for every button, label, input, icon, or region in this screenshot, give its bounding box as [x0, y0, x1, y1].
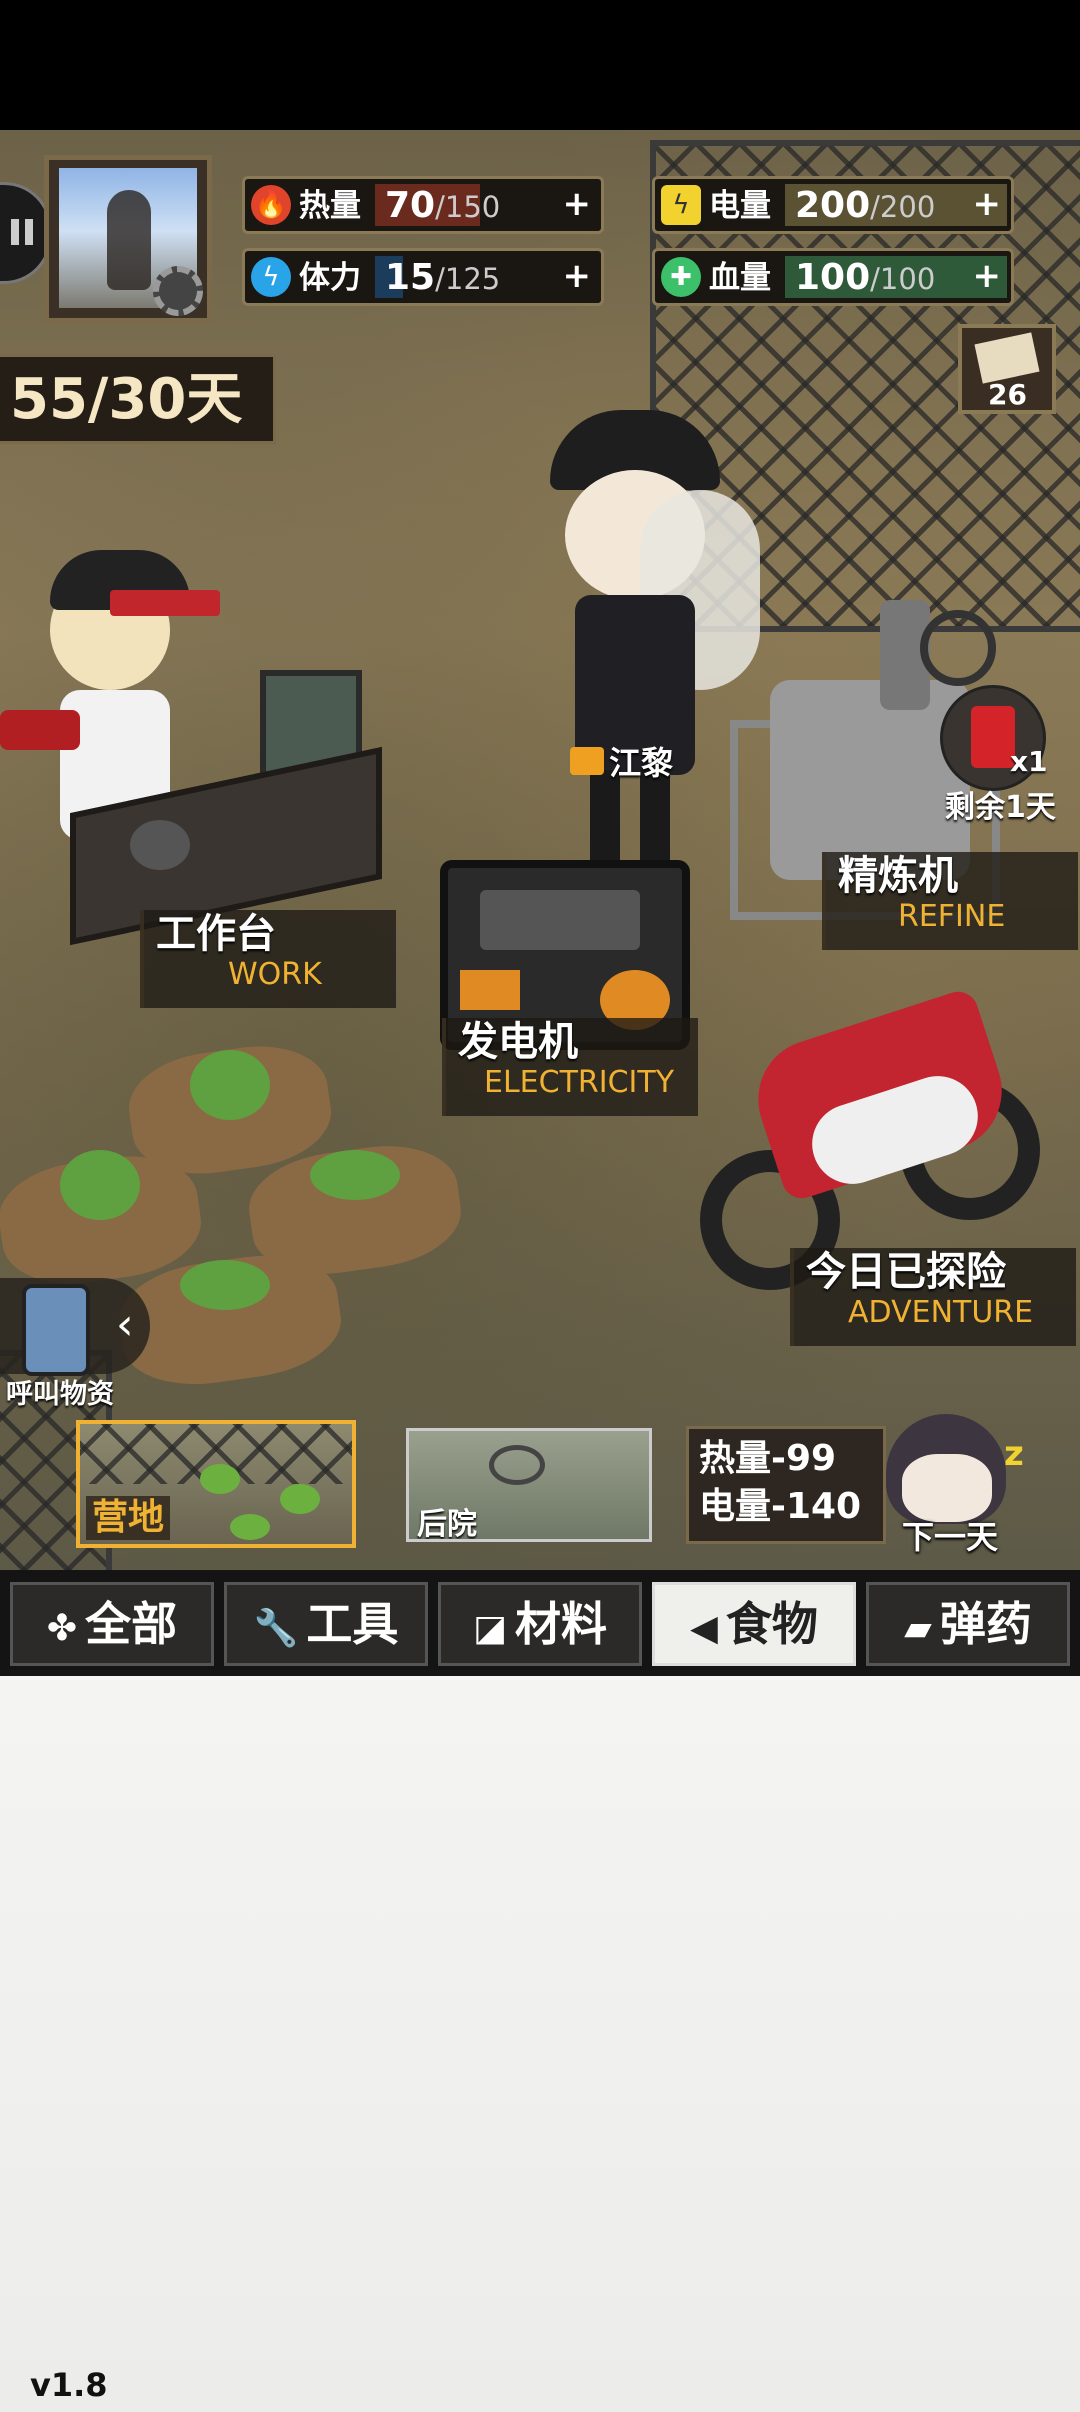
workbench[interactable] — [70, 670, 382, 946]
health-add-button[interactable]: + — [973, 255, 1002, 297]
inventory-area — [0, 1676, 1080, 2412]
station-adventure[interactable]: 今日已探险 ADVENTURE — [790, 1248, 1076, 1346]
station-work[interactable]: 工作台 WORK — [140, 910, 396, 1008]
stat-heat: 🔥 热量 70/150 + — [242, 176, 604, 234]
day-counter: 55/30天 — [0, 354, 276, 444]
stat-health: ✚ 血量 100/100 + — [652, 248, 1014, 306]
power-add-button[interactable]: + — [973, 183, 1002, 225]
blood-drop-icon: ✚ — [661, 257, 701, 297]
generator[interactable] — [440, 820, 700, 1050]
heat-add-button[interactable]: + — [563, 183, 592, 225]
tab-ammo[interactable]: ▰ 弹药 — [866, 1582, 1070, 1666]
flame-icon: 🔥 — [251, 185, 291, 225]
material-icon: ◪ — [472, 1608, 507, 1649]
refine-bonus: x1 — [1010, 745, 1048, 778]
character-name-tag: 江黎 — [570, 738, 673, 782]
stat-stamina: ϟ 体力 15/125 + — [242, 248, 604, 306]
zzz-icon: z — [1004, 1434, 1024, 1474]
stamina-add-button[interactable]: + — [563, 255, 592, 297]
location-camp[interactable]: 营地 — [76, 1420, 356, 1548]
station-electricity[interactable]: 发电机 ELECTRICITY — [442, 1018, 698, 1116]
lightning-icon: ϟ — [251, 257, 291, 297]
status-bar-area — [0, 0, 1080, 130]
battery-icon: ϟ — [661, 185, 701, 225]
version-label: v1.8 — [30, 2366, 108, 2404]
mail-button[interactable]: 26 — [958, 324, 1056, 414]
camp-scene: 江黎 x1 剩余1天 工作台 WORK 发电机 ELECTRICITY 精炼机 … — [0, 130, 1080, 1570]
stat-power: ϟ 电量 200/200 + — [652, 176, 1014, 234]
refine-remaining: 剩余1天 — [945, 790, 1056, 825]
pause-icon — [11, 219, 19, 245]
chest-icon — [570, 747, 604, 775]
wrench-icon: 🔧 — [253, 1608, 299, 1649]
avatar[interactable] — [44, 155, 212, 323]
next-day-costs: 热量-99 电量-140 — [686, 1426, 886, 1544]
character-jiangli[interactable] — [540, 410, 760, 870]
station-refine[interactable]: 精炼机 REFINE — [822, 852, 1078, 950]
call-supply-button[interactable]: ‹ 呼叫物资 — [0, 1278, 160, 1410]
bullet-icon: ▰ — [904, 1608, 932, 1649]
chevron-left-icon: ‹ — [116, 1299, 134, 1350]
location-backyard[interactable]: 后院 — [406, 1428, 652, 1542]
tab-materials[interactable]: ◪ 材料 — [438, 1582, 642, 1666]
radio-icon — [22, 1284, 90, 1376]
next-day-panel[interactable]: 热量-99 电量-140 z 下一天 — [686, 1414, 1076, 1556]
clover-icon: ✤ — [46, 1608, 78, 1649]
tab-all[interactable]: ✤ 全部 — [10, 1582, 214, 1666]
drumstick-icon: ◀ — [690, 1608, 718, 1649]
gear-icon[interactable] — [153, 266, 203, 316]
tab-food[interactable]: ◀ 食物 — [652, 1582, 856, 1666]
envelope-icon — [974, 332, 1040, 384]
tab-tools[interactable]: 🔧 工具 — [224, 1582, 428, 1666]
